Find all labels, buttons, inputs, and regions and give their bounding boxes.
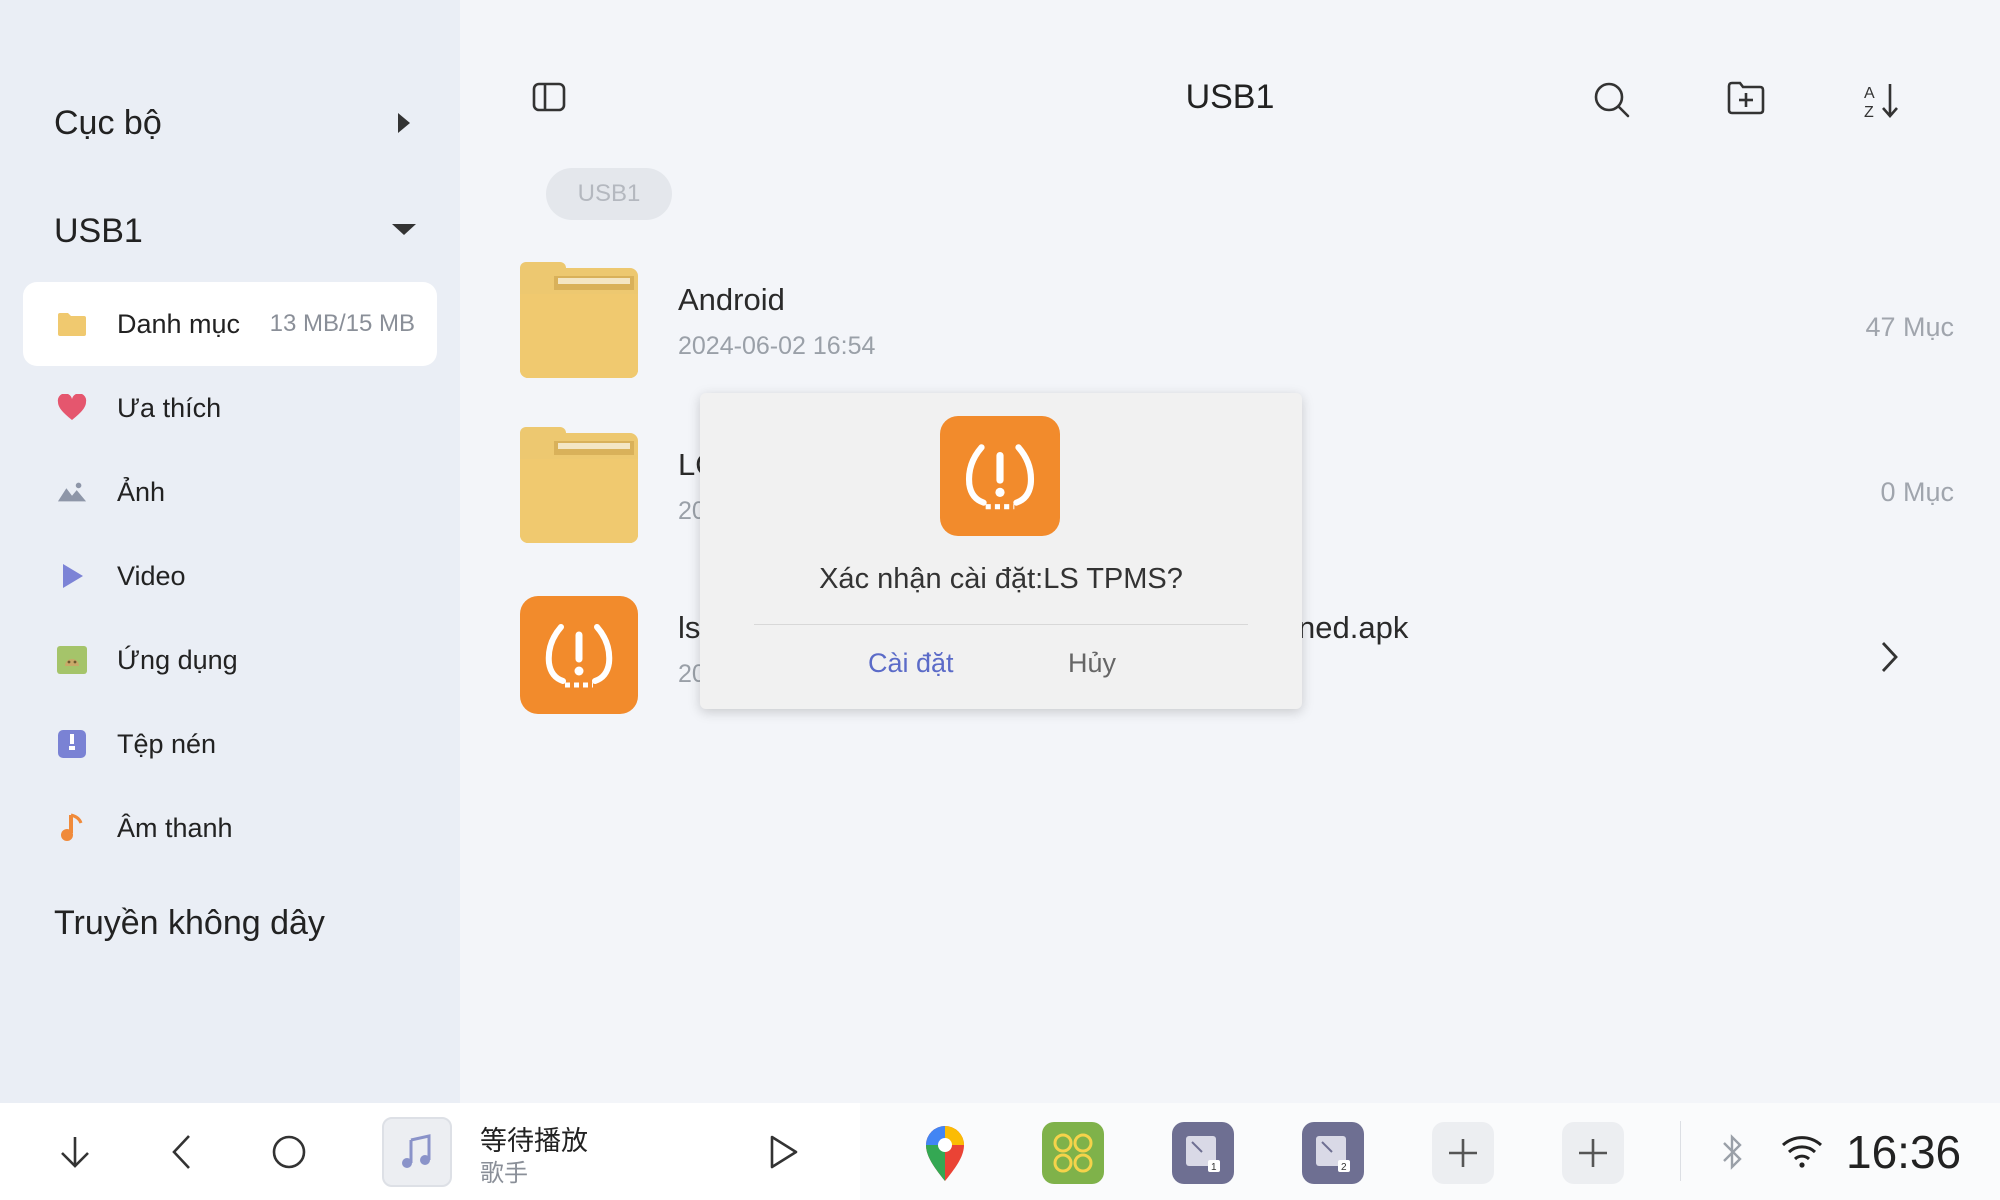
add-app-icon[interactable] <box>1562 1122 1624 1184</box>
heart-icon <box>57 393 87 423</box>
image-icon <box>57 477 87 507</box>
sidebar-local-label[interactable]: Cục bộ <box>54 104 162 143</box>
system-bar: 等待播放 歌手 1 2 16:36 <box>0 1103 2000 1200</box>
item-count: 47 Mục <box>1865 312 1954 342</box>
file-name-suffix: ned.apk <box>1298 610 1409 645</box>
expand-right-icon[interactable] <box>398 113 410 133</box>
svg-text:A: A <box>1864 85 1875 102</box>
home-icon[interactable] <box>268 1131 310 1173</box>
chevron-right-icon[interactable] <box>1880 640 1900 679</box>
bluetooth-icon[interactable] <box>1716 1133 1758 1175</box>
new-folder-icon[interactable] <box>1726 80 1766 120</box>
install-button[interactable]: Cài đặt <box>868 648 954 679</box>
collapse-down-icon[interactable] <box>392 224 416 235</box>
add-app-icon[interactable] <box>1432 1122 1494 1184</box>
sidebar-item-audio[interactable]: Âm thanh <box>23 786 437 870</box>
item-count: 0 Mục <box>1880 477 1954 507</box>
search-icon[interactable] <box>1592 80 1632 120</box>
svg-text:Z: Z <box>1864 104 1874 120</box>
sidebar-item-label: Danh mục <box>117 308 241 339</box>
sidebar-item-label: Video <box>117 560 186 591</box>
back-icon[interactable] <box>162 1131 204 1173</box>
file-name: Android <box>678 282 785 317</box>
sort-icon[interactable]: AZ <box>1862 80 1902 121</box>
sidebar-item-label: Ưa thích <box>117 392 222 423</box>
dialog-divider <box>754 624 1248 625</box>
split-screen-1-icon[interactable]: 1 <box>1172 1122 1234 1184</box>
artist-name: 歌手 <box>480 1159 528 1187</box>
svg-text:2: 2 <box>1341 1162 1347 1173</box>
breadcrumb[interactable]: USB1 <box>546 168 672 220</box>
list-item[interactable]: Android 2024-06-02 16:54 47 Mục <box>520 262 1960 408</box>
sidebar-item-apps[interactable]: Ứng dụng <box>23 618 437 702</box>
install-confirm-dialog: Xác nhận cài đặt:LS TPMS? Cài đặt Hủy <box>700 393 1302 709</box>
page-title: USB1 <box>1185 78 1275 116</box>
sidebar-item-label: Ứng dụng <box>117 644 238 675</box>
sidebar-item-directory[interactable]: Danh mục 13 MB/15 MB <box>23 282 437 366</box>
sidebar-item-label: Tệp nén <box>117 728 217 759</box>
tpms-app-icon <box>940 416 1060 536</box>
sidebar-usb-label[interactable]: USB1 <box>54 212 143 251</box>
sidebar-item-label: Âm thanh <box>117 812 233 843</box>
sidebar-item-video[interactable]: Video <box>23 534 437 618</box>
status-divider <box>1680 1121 1681 1181</box>
storage-usage: 13 MB/15 MB <box>269 310 415 337</box>
wifi-icon[interactable] <box>1780 1133 1823 1175</box>
dialog-message: Xác nhận cài đặt:LS TPMS? <box>819 563 1183 595</box>
app-grid-icon[interactable] <box>1042 1122 1104 1184</box>
sidebar-item-archives[interactable]: Tệp nén <box>23 702 437 786</box>
sidebar-item-photos[interactable]: Ảnh <box>23 450 437 534</box>
archive-icon <box>57 729 87 759</box>
clock: 16:36 <box>1846 1126 1962 1178</box>
folder-icon <box>520 262 638 386</box>
file-name: ls <box>678 610 701 645</box>
split-screen-2-icon[interactable]: 2 <box>1302 1122 1364 1184</box>
cancel-button[interactable]: Hủy <box>1068 648 1116 679</box>
play-icon[interactable] <box>762 1131 804 1173</box>
music-album-icon[interactable] <box>382 1117 452 1187</box>
tpms-app-icon <box>520 596 638 714</box>
collapse-down-icon[interactable] <box>54 1131 96 1173</box>
play-icon <box>57 561 87 591</box>
folder-icon <box>57 309 87 339</box>
sidebar-toggle-icon[interactable] <box>532 80 572 120</box>
svg-text:1: 1 <box>1211 1162 1217 1173</box>
sidebar-wireless-label[interactable]: Truyền không dây <box>54 904 325 943</box>
sidebar-item-label: Ảnh <box>117 476 166 507</box>
music-note-icon <box>57 813 87 843</box>
sidebar-item-favorites[interactable]: Ưa thích <box>23 366 437 450</box>
sidebar: Cục bộ USB1 Danh mục 13 MB/15 MB Ưa thíc… <box>0 0 460 1103</box>
folder-icon <box>520 427 638 551</box>
android-icon <box>57 645 87 675</box>
file-date: 2024-06-02 16:54 <box>678 332 876 360</box>
maps-icon[interactable] <box>914 1122 976 1184</box>
